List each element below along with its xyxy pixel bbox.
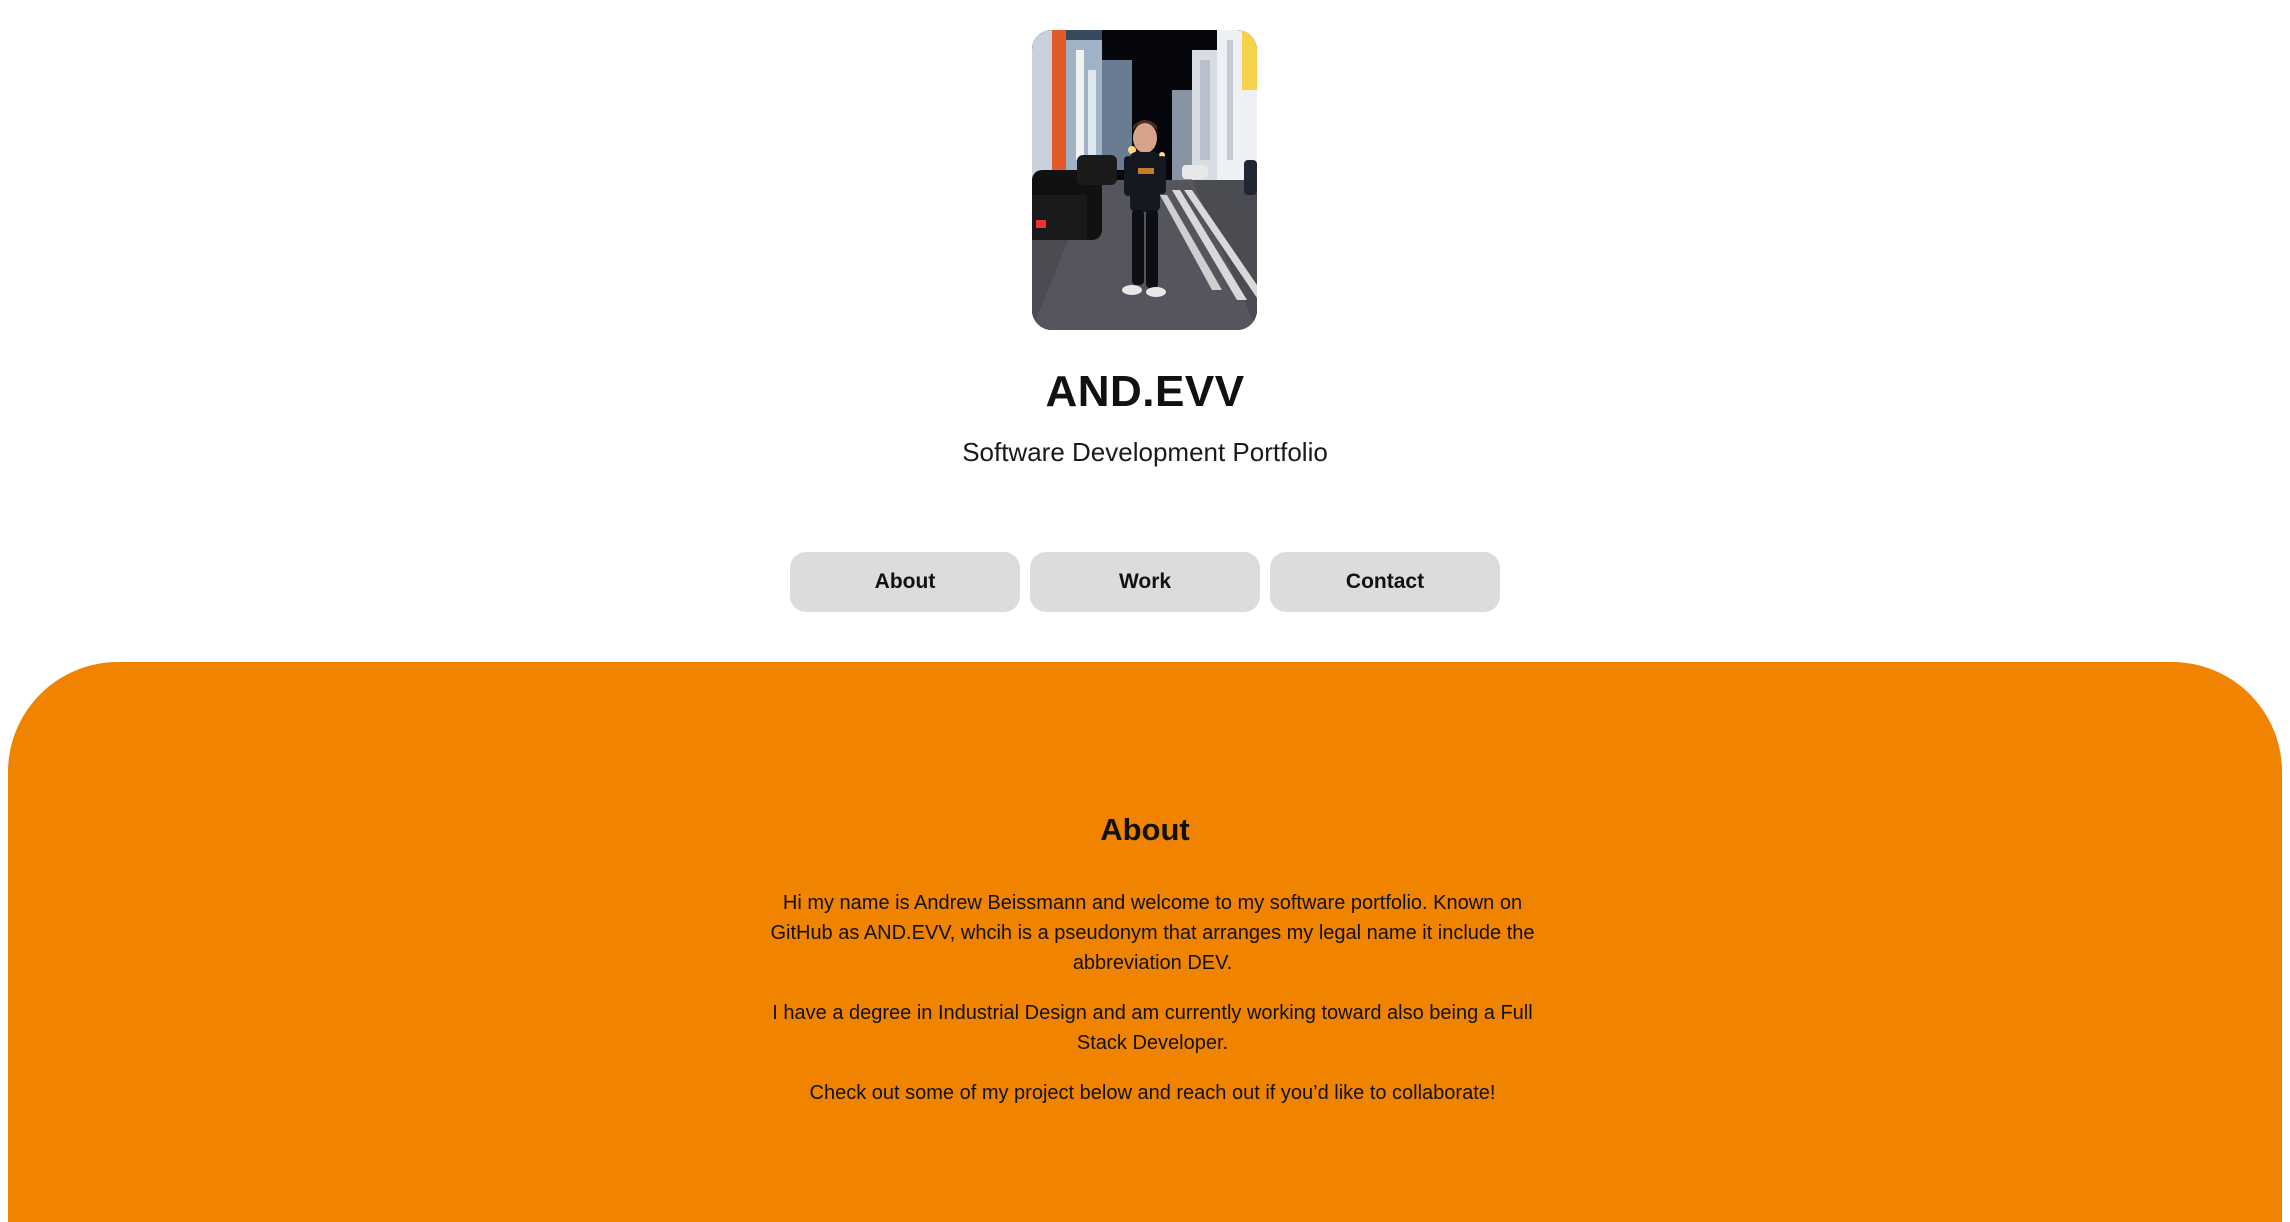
nav-contact-button[interactable]: Contact	[1270, 552, 1500, 612]
about-section: About Hi my name is Andrew Beissmann and…	[8, 662, 2282, 1222]
about-paragraph-cta: Check out some of my project below and r…	[809, 1082, 1496, 1104]
nav-about-button[interactable]: About	[790, 552, 1020, 612]
main-nav: About Work Contact	[790, 552, 1500, 612]
site-title: AND.EVV	[1045, 367, 1245, 416]
site-subtitle: Software Development Portfolio	[962, 437, 1328, 467]
nav-work-button[interactable]: Work	[1030, 552, 1260, 612]
about-paragraph-intro: Hi my name is Andrew Beissmann and welco…	[770, 892, 1535, 974]
about-heading: About	[1100, 812, 1190, 847]
profile-photo	[1032, 30, 1257, 330]
about-paragraph-degree: I have a degree in Industrial Design and…	[772, 1002, 1533, 1054]
hero-section: AND.EVV Software Development Portfolio A…	[0, 0, 2290, 662]
